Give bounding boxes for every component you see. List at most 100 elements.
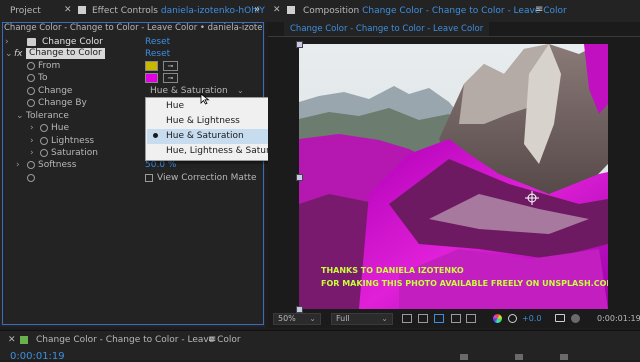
eyedropper-icon[interactable]: ⊸ [163,61,178,71]
viewer-timecode[interactable]: 0:00:01:19 [597,314,640,323]
panel-menu-icon[interactable]: ≡ [535,4,543,15]
param-label: Change By [38,98,87,108]
effect-name-selected: Change to Color [26,48,105,59]
collapse-arrow-icon[interactable]: ⌄ [5,48,13,60]
divider [268,36,640,37]
effect-toggle-icon[interactable] [27,38,36,46]
eyedropper-icon[interactable]: ⊸ [163,73,178,83]
effect-change-color[interactable]: › Change Color Reset [0,36,260,48]
transparency-grid-icon[interactable] [418,314,428,323]
timeline-timecode[interactable]: 0:00:01:19 [10,351,65,362]
stopwatch-icon[interactable] [40,137,48,145]
stopwatch-icon[interactable] [27,174,35,182]
param-label: Hue [51,123,70,133]
close-icon[interactable]: ✕ [8,335,16,345]
stopwatch-icon[interactable] [27,87,35,95]
comp-breadcrumb[interactable]: Change Color - Change to Color - Leave C… [284,22,490,36]
to-color-swatch[interactable] [145,73,158,83]
fast-previews-icon[interactable] [402,314,412,323]
effect-controls-panel: Change Color - Change to Color - Leave C… [0,22,265,327]
change-dropdown[interactable]: Hue & Saturation [150,85,228,97]
reset-link[interactable]: Reset [145,48,170,60]
stopwatch-icon[interactable] [27,74,35,82]
zoom-value: 50% [278,314,296,323]
fx-icon[interactable]: fx [14,48,23,60]
collapse-arrow-icon[interactable]: ⌄ [16,110,24,122]
chevron-down-icon: ⌄ [309,314,316,323]
show-snapshot-icon[interactable] [571,314,580,323]
param-from: From ⊸ [0,60,260,72]
stopwatch-icon[interactable] [40,149,48,157]
tab-effect-controls-layer: daniela-izotenko-hOhlY [160,6,265,16]
composition-panel: Change Color - Change to Color - Leave C… [268,22,640,328]
param-label: Lightness [51,136,95,146]
stopwatch-icon[interactable] [27,161,35,169]
mask-visibility-icon[interactable] [434,314,444,323]
resolution-dropdown[interactable]: Full ⌄ [331,313,393,325]
close-icon[interactable]: ✕ [64,5,72,15]
lock-icon[interactable] [287,6,295,14]
param-label: From [38,61,61,71]
exposure-reset-icon[interactable] [508,314,517,323]
param-label: To [38,73,48,83]
camera-icon[interactable] [555,314,565,322]
stopwatch-icon[interactable] [27,62,35,70]
param-change: Change Hue & Saturation ⌄ [0,85,260,97]
ec-breadcrumb: Change Color - Change to Color - Leave C… [4,23,264,33]
menu-item-hue-lightness[interactable]: Hue & Lightness [166,116,240,126]
composition-viewer[interactable]: THANKS TO DANIELA IZOTENKO FOR MAKING TH… [299,44,608,309]
tab-composition[interactable]: Composition Change Color - Change to Col… [303,6,567,16]
lock-icon[interactable] [78,6,86,14]
menu-item-hue[interactable]: Hue [166,101,184,111]
effect-name: Change Color [42,37,103,47]
chevron-down-icon[interactable]: ⌄ [237,85,244,97]
close-icon[interactable]: ✕ [273,5,281,15]
tab-composition-label: Composition [303,6,360,16]
comp-color-icon [20,336,28,344]
tab-effect-controls[interactable]: Effect Controls daniela-izotenko-hOhlY [92,6,265,16]
selected-bullet-icon [153,133,158,138]
credit-line-2: FOR MAKING THIS PHOTO AVAILABLE FREELY O… [321,279,608,288]
timeline-panel: ✕ Change Color - Change to Color - Leave… [0,330,640,362]
grid-guides-icon[interactable] [466,314,476,323]
expand-arrow-icon[interactable]: › [30,122,34,134]
effect-change-to-color[interactable]: ⌄ fx Change to Color Reset [0,48,260,60]
expand-arrow-icon[interactable]: › [16,159,20,171]
param-label: Saturation [51,148,98,158]
timeline-tool-icon[interactable] [460,354,468,360]
exposure-value[interactable]: +0.0 [522,314,541,323]
resolution-value: Full [336,314,350,323]
color-channels-icon[interactable] [493,314,502,323]
param-label: Tolerance [26,111,69,121]
layer-handle[interactable] [296,174,303,181]
region-of-interest-icon[interactable] [451,314,461,323]
view-matte-label: View Correction Matte [157,173,257,183]
expand-arrow-icon[interactable]: › [30,135,34,147]
param-view-matte: View Correction Matte [0,172,260,184]
expand-arrow-icon[interactable]: › [5,36,9,48]
panel-tab-strip: Project ✕ Effect Controls daniela-izoten… [0,0,640,22]
timeline-tool-icon[interactable] [560,354,568,360]
tab-project[interactable]: Project [10,6,41,16]
panel-menu-icon[interactable]: ≡ [208,334,216,345]
reset-link[interactable]: Reset [145,36,170,48]
layer-handle[interactable] [296,41,303,48]
menu-item-hue-saturation[interactable]: Hue & Saturation [166,131,244,141]
param-label: Softness [38,160,77,170]
view-matte-checkbox[interactable] [145,174,153,182]
panel-overflow-icon[interactable]: » [254,4,260,15]
tab-effect-controls-label: Effect Controls [92,6,158,16]
layer-handle[interactable] [296,306,303,313]
param-label: Change [38,86,73,96]
param-to: To ⊸ [0,72,260,84]
from-color-swatch[interactable] [145,61,158,71]
divider [0,330,640,331]
mouse-cursor-icon [200,93,210,105]
stopwatch-icon[interactable] [40,124,48,132]
credit-line-1: THANKS TO DANIELA IZOTENKO [321,266,464,275]
chevron-down-icon: ⌄ [381,314,388,323]
stopwatch-icon[interactable] [27,99,35,107]
expand-arrow-icon[interactable]: › [30,147,34,159]
timeline-tool-icon[interactable] [515,354,523,360]
zoom-dropdown[interactable]: 50% ⌄ [273,313,321,325]
